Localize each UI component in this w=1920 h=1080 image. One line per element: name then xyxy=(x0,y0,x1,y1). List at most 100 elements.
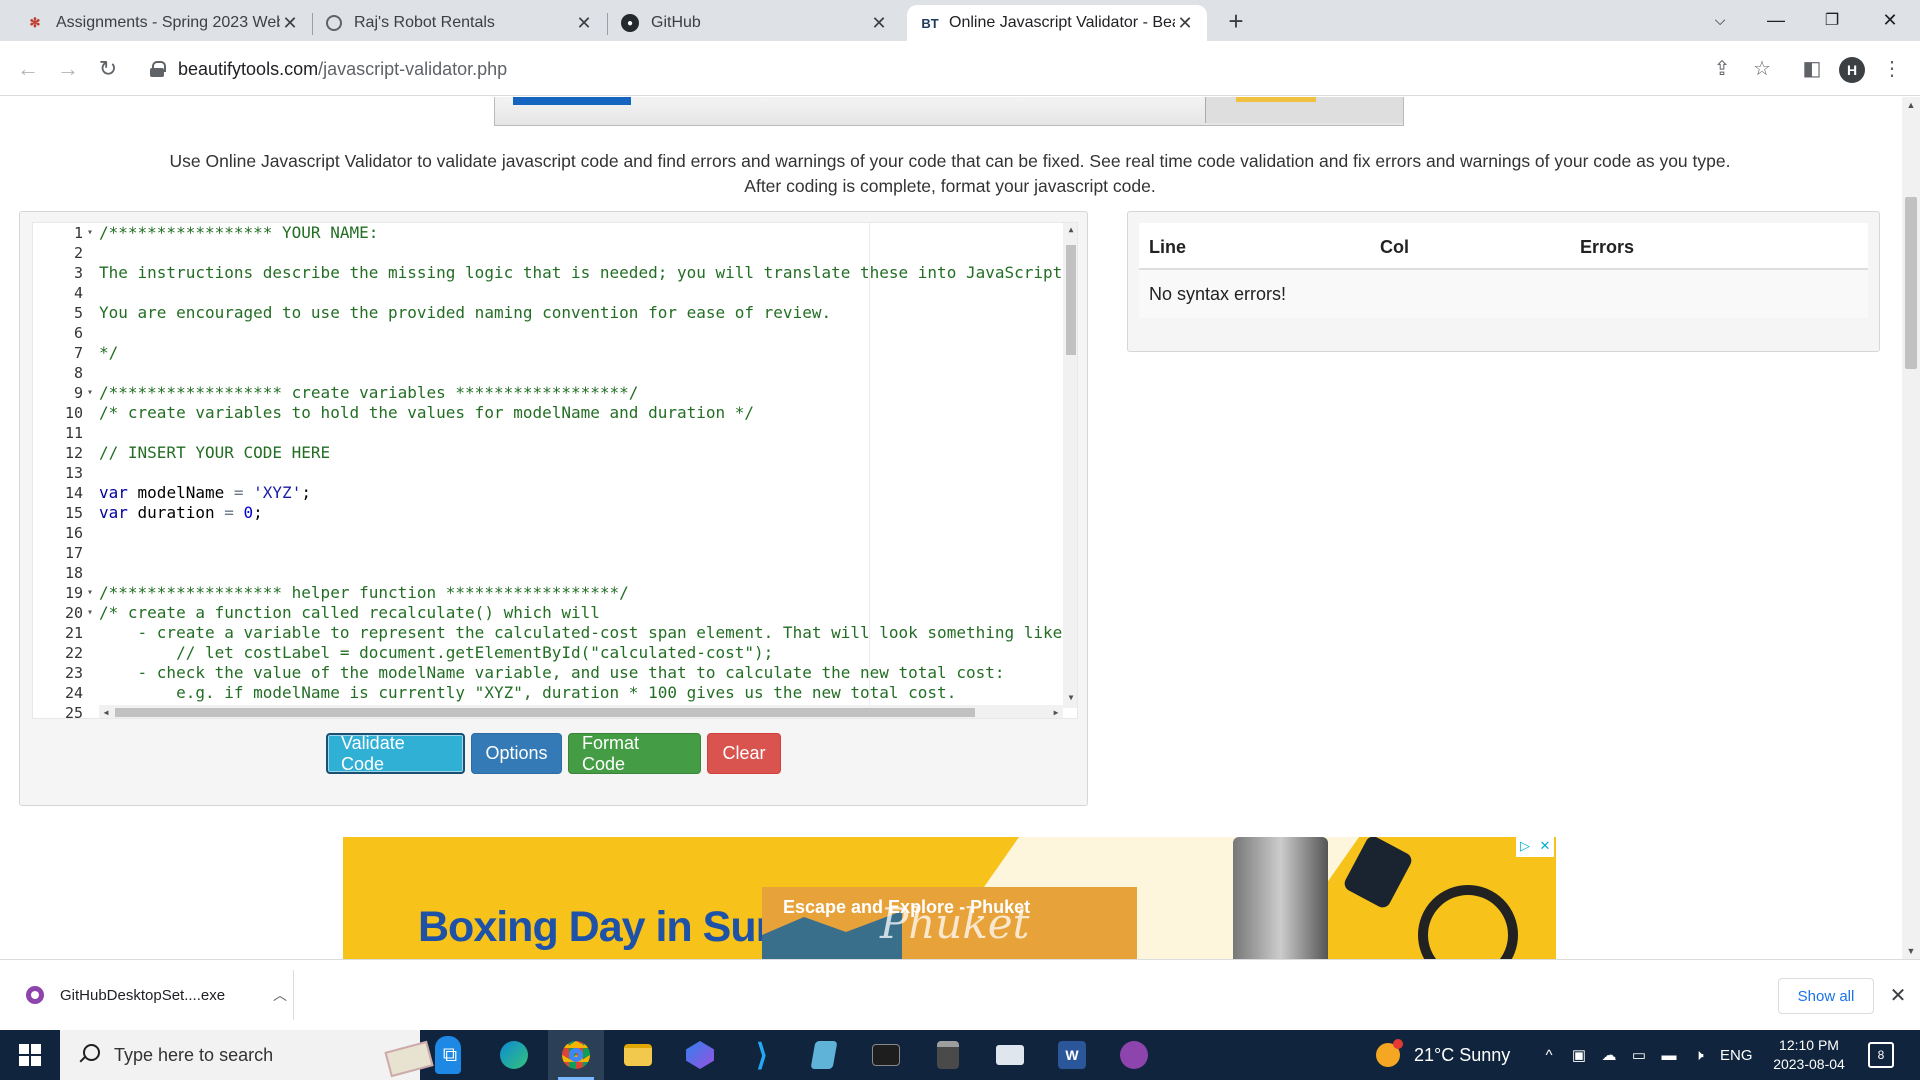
browser-tab-strip: ✻ Assignments - Spring 2023 Web ✕ Raj's … xyxy=(0,0,1920,41)
line-number: 14 xyxy=(64,484,83,502)
code-line[interactable]: /***************** YOUR NAME: xyxy=(99,223,378,243)
calculator-icon[interactable] xyxy=(920,1030,976,1080)
weather-widget[interactable]: 21°C Sunny xyxy=(1376,1030,1510,1080)
minimize-button[interactable]: — xyxy=(1748,0,1804,40)
scroll-right-arrow-icon[interactable]: ▶ xyxy=(1049,705,1063,718)
chevron-up-icon[interactable]: ^ xyxy=(1540,1047,1558,1064)
close-tab-icon[interactable]: ✕ xyxy=(869,13,889,34)
forward-button[interactable]: → xyxy=(52,53,84,85)
github-desktop-icon[interactable] xyxy=(1106,1030,1162,1080)
bookmark-star-icon[interactable]: ☆ xyxy=(1746,53,1778,85)
address-bar[interactable]: beautifytools.com/javascript-validator.p… xyxy=(136,49,1776,89)
scrollbar-thumb[interactable] xyxy=(115,708,975,717)
chrome-icon[interactable] xyxy=(548,1030,604,1080)
code-line[interactable]: /****************** helper function ****… xyxy=(99,583,629,603)
new-tab-button[interactable]: + xyxy=(1222,8,1250,36)
clear-button[interactable]: Clear xyxy=(707,733,781,774)
task-view-icon[interactable]: ⧉ xyxy=(422,1030,478,1080)
editor-horizontal-scrollbar[interactable]: ◀ ▶ xyxy=(99,705,1063,718)
display-icon[interactable]: ▭ xyxy=(1630,1046,1648,1064)
lock-icon[interactable] xyxy=(150,61,166,77)
code-line[interactable]: var modelName = 'XYZ'; xyxy=(99,483,311,503)
code-line[interactable]: - create a variable to represent the cal… xyxy=(99,623,1063,643)
file-explorer-icon[interactable] xyxy=(610,1030,666,1080)
close-tab-icon[interactable]: ✕ xyxy=(574,13,594,34)
fold-arrow-icon[interactable]: ▾ xyxy=(87,583,93,603)
line-number: 21 xyxy=(64,624,83,642)
code-line[interactable]: - check the value of the modelName varia… xyxy=(99,663,1005,683)
scroll-down-arrow-icon[interactable]: ▼ xyxy=(1902,943,1920,959)
top-banner-ad[interactable] xyxy=(494,97,1404,126)
ad-promo-title: Escape and Explore - Phuket xyxy=(783,897,1031,917)
format-code-button[interactable]: Format Code xyxy=(568,733,701,774)
close-window-button[interactable]: ✕ xyxy=(1862,0,1918,40)
code-line[interactable]: /****************** create variables ***… xyxy=(99,383,638,403)
scroll-up-arrow-icon[interactable]: ▲ xyxy=(1063,223,1077,237)
code-line[interactable]: */ xyxy=(99,343,118,363)
ad-headline: Boxing Day in Sum xyxy=(418,903,794,951)
bottom-banner-ad[interactable]: Boxing Day in Sum Phuket Escape and Expl… xyxy=(343,837,1556,959)
word-icon[interactable]: W xyxy=(1044,1030,1100,1080)
onedrive-cloud-icon[interactable]: ☁ xyxy=(1600,1046,1618,1064)
windows-start-button[interactable] xyxy=(0,1030,60,1080)
adchoices-icon[interactable]: ▷ xyxy=(1516,837,1534,855)
restore-button[interactable]: ❐ xyxy=(1804,0,1860,40)
battery-icon[interactable]: ▬ xyxy=(1660,1047,1678,1064)
close-tab-icon[interactable]: ✕ xyxy=(280,13,300,34)
download-item[interactable]: GitHubDesktopSet....exe ︿ xyxy=(18,970,294,1020)
copilot-icon[interactable] xyxy=(672,1030,728,1080)
taskbar-clock[interactable]: 12:10 PM 2023-08-04 xyxy=(1764,1036,1854,1074)
meet-now-icon[interactable]: ▣ xyxy=(1570,1046,1588,1064)
ad-phone-image xyxy=(1341,837,1415,911)
menu-kebab-icon[interactable]: ⋮ xyxy=(1876,53,1908,85)
vscode-icon[interactable]: ⟩ xyxy=(734,1030,790,1080)
tab-robot-rentals[interactable]: Raj's Robot Rentals ✕ xyxy=(314,5,606,41)
scroll-up-arrow-icon[interactable]: ▲ xyxy=(1902,97,1920,113)
terminal-icon[interactable] xyxy=(858,1030,914,1080)
side-panel-icon[interactable]: ◧ xyxy=(1796,53,1828,85)
tab-js-validator[interactable]: BT Online Javascript Validator - Beau ✕ xyxy=(907,5,1207,41)
share-icon[interactable]: ⇪ xyxy=(1706,53,1738,85)
taskbar-search-box[interactable]: Type here to search xyxy=(60,1030,461,1080)
editor-vertical-scrollbar[interactable]: ▲ ▼ xyxy=(1063,223,1077,708)
code-line[interactable]: e.g. if modelName is currently "XYZ", du… xyxy=(99,683,956,703)
adchoices[interactable]: ▷ ✕ xyxy=(1516,837,1554,857)
code-line[interactable]: /* create a function called recalculate(… xyxy=(99,603,600,623)
code-line[interactable]: var duration = 0; xyxy=(99,503,263,523)
fold-arrow-icon[interactable]: ▾ xyxy=(87,383,93,403)
volume-icon[interactable]: 🕨 xyxy=(1690,1047,1708,1064)
options-button[interactable]: Options xyxy=(471,733,562,774)
ad-promo-box[interactable]: Phuket Escape and Explore - Phuket xyxy=(762,887,1137,959)
fold-arrow-icon[interactable]: ▾ xyxy=(87,223,93,243)
reload-button[interactable]: ↻ xyxy=(92,53,124,85)
show-all-downloads-button[interactable]: Show all xyxy=(1778,978,1874,1014)
edge-icon[interactable] xyxy=(486,1030,542,1080)
code-editor[interactable]: 1 ▾ 2 3 4 5 6 7 8 9 ▾ 10 11 12 13 14 15 16 17 18 19 ▾ 20 ▾ 21 22 2… xyxy=(32,222,1078,719)
notepad-icon[interactable] xyxy=(796,1030,852,1080)
scroll-left-arrow-icon[interactable]: ◀ xyxy=(99,705,113,718)
fold-arrow-icon[interactable]: ▾ xyxy=(87,603,93,623)
close-tab-icon[interactable]: ✕ xyxy=(1175,13,1195,34)
line-number: 10 xyxy=(64,404,83,422)
code-line[interactable]: /* create variables to hold the values f… xyxy=(99,403,754,423)
chevron-up-icon[interactable]: ︿ xyxy=(267,985,293,1005)
tab-assignments[interactable]: ✻ Assignments - Spring 2023 Web ✕ xyxy=(14,5,312,41)
back-button[interactable]: ← xyxy=(12,53,44,85)
code-line[interactable]: The instructions describe the missing lo… xyxy=(99,263,1062,283)
code-line[interactable]: // INSERT YOUR CODE HERE xyxy=(99,443,330,463)
profile-avatar[interactable]: H xyxy=(1839,57,1865,83)
code-line[interactable]: You are encouraged to use the provided n… xyxy=(99,303,831,323)
snipping-tool-icon[interactable] xyxy=(982,1030,1038,1080)
tab-github[interactable]: ● GitHub ✕ xyxy=(609,5,901,41)
close-download-shelf-icon[interactable]: ✕ xyxy=(1884,982,1912,1010)
page-scrollbar-thumb[interactable] xyxy=(1905,197,1917,369)
code-line[interactable]: // let costLabel = document.getElementBy… xyxy=(99,643,773,663)
page-vertical-scrollbar[interactable]: ▲ ▼ xyxy=(1902,97,1920,959)
ad-close-icon[interactable]: ✕ xyxy=(1536,837,1554,855)
validate-code-button[interactable]: Validate Code xyxy=(326,733,465,774)
scroll-down-arrow-icon[interactable]: ▼ xyxy=(1063,691,1077,705)
notification-center-icon[interactable]: 8 xyxy=(1868,1042,1894,1068)
language-indicator[interactable]: ENG xyxy=(1720,1047,1753,1064)
scrollbar-thumb[interactable] xyxy=(1066,245,1076,355)
tab-search-chevron-icon[interactable]: ⌵ xyxy=(1692,0,1748,40)
